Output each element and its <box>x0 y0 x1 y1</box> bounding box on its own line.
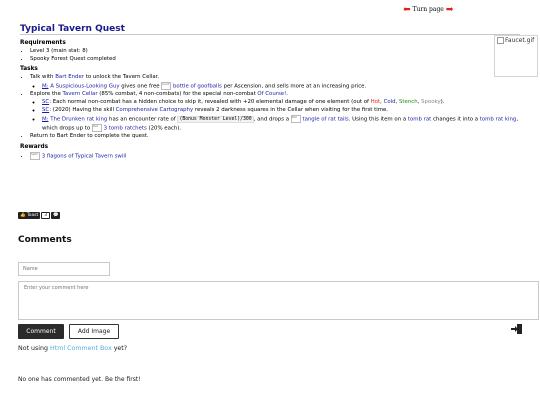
comment-textarea[interactable] <box>18 281 539 320</box>
toast-count: 3 <box>41 212 50 219</box>
hot-element: Hot <box>370 99 381 106</box>
requirements-list: Level 3 (main stat: 8) Spooky Forest Que… <box>20 48 535 64</box>
html-comment-box-link[interactable]: Html Comment Box <box>50 345 112 352</box>
not-using-pre: Not using <box>18 345 51 352</box>
list-item: Explore the Tavern Cellar (85% combat, 4… <box>30 91 535 133</box>
list-item: Talk with Bart Ender to unlock the Taver… <box>30 74 535 91</box>
goofballs-image: Goof <box>161 81 172 90</box>
image-alt: Rat <box>291 114 297 119</box>
of-course-link[interactable]: Of Course! <box>257 91 286 97</box>
tasks-list: Talk with Bart Ender to unlock the Taver… <box>20 74 535 141</box>
task-text: gives one free <box>119 83 162 90</box>
rewards-list: Swill 3 flagons of Typical Tavern swill <box>20 151 535 161</box>
swill-image: Swill <box>30 151 40 160</box>
task-text: (20% each). <box>146 125 182 132</box>
image-alt: Swill <box>31 151 38 156</box>
task-text: (85% combat, 4 non-combats) for the spec… <box>97 91 258 98</box>
list-item: Level 3 (main stat: 8) <box>30 48 535 56</box>
requirements-heading: Requirements <box>20 40 66 46</box>
title-divider <box>20 34 520 35</box>
task-text: . Using this item on a <box>348 116 408 123</box>
task-text: : (2020) Having the skill <box>49 106 116 113</box>
tomb-rat-link[interactable]: tomb rat <box>408 116 431 122</box>
task-text: . <box>286 91 288 98</box>
swill-link[interactable]: 3 flagons of Typical Tavern swill <box>42 153 127 159</box>
add-image-button[interactable]: Add Image <box>69 324 119 339</box>
goofballs-link[interactable]: bottle of goofballs <box>173 83 222 89</box>
list-item: SC: Each normal non-combat has a hidden … <box>42 99 535 107</box>
task-text: : Each normal non-combat has a hidden ch… <box>49 99 371 106</box>
turn-page[interactable]: ⬅ Turn page ➡ <box>403 5 454 14</box>
not-using-post: yet? <box>111 345 128 352</box>
suspicious-guy-link[interactable]: A Suspicious-Looking Guy <box>50 83 119 89</box>
tasks-heading: Tasks <box>20 66 38 73</box>
image-alt: Rat <box>92 123 98 128</box>
toast-button[interactable]: 👍 Toast <box>18 212 41 219</box>
task-text: per Ascension, and sells more at an incr… <box>221 83 367 90</box>
stench-element: Stench <box>399 99 418 106</box>
right-arrow-icon[interactable]: ➡ <box>446 5 454 14</box>
list-item: Spooky Forest Quest completed <box>30 56 535 64</box>
thumbs-up-icon: 👍 <box>20 213 26 218</box>
rat-tails-image: Rat <box>290 114 301 123</box>
m-tag-link[interactable]: M: <box>42 116 48 122</box>
task-text: has an encounter rate of <box>107 116 178 123</box>
formula-code: (Bonus Monster Level)/300 <box>177 116 254 124</box>
list-item: M: A Suspicious-Looking Guy gives one fr… <box>42 81 535 91</box>
no-comments-text: No one has commented yet. Be the first! <box>18 376 141 383</box>
cartography-link[interactable]: Comprehensive Cartography <box>116 107 194 113</box>
task-text: ). <box>440 99 445 106</box>
ratchets-image: Rat <box>91 123 102 132</box>
task-text: reveals 2 darkness squares in the Cellar… <box>193 106 389 113</box>
task-text: , and drops a <box>253 116 291 123</box>
left-arrow-icon[interactable]: ⬅ <box>403 5 411 14</box>
list-item: Return to Bart Ender to complete the que… <box>30 133 535 141</box>
task-text: to unlock the Tavern Cellar. <box>84 74 160 81</box>
turn-page-label: Turn page <box>412 6 444 13</box>
task-text: Talk with <box>30 74 56 81</box>
exit-icon[interactable] <box>510 322 524 336</box>
image-alt: Goof <box>162 81 170 86</box>
tomb-rat-king-link[interactable]: tomb rat king <box>480 116 517 122</box>
list-item: Swill 3 flagons of Typical Tavern swill <box>30 151 535 161</box>
rat-tails-link[interactable]: tangle of rat tails <box>302 116 348 122</box>
drunken-rat-king-link[interactable]: The Drunken rat king <box>50 116 107 122</box>
comment-bubble-icon[interactable]: 💬 <box>51 212 61 219</box>
list-item: SC: (2020) Having the skill Comprehensiv… <box>42 107 535 115</box>
tavern-cellar-link[interactable]: Tavern Cellar <box>63 91 98 97</box>
toast-label: Toast <box>26 213 39 218</box>
task-text: Explore the <box>30 91 63 98</box>
list-item: M: The Drunken rat king has an encounter… <box>42 114 535 134</box>
comment-button[interactable]: Comment <box>18 324 64 339</box>
quest-content: Requirements Level 3 (main stat: 8) Spoo… <box>20 38 535 161</box>
name-input[interactable] <box>18 262 110 276</box>
toast-widget[interactable]: 👍 Toast 3 💬 <box>18 212 61 219</box>
rewards-heading: Rewards <box>20 144 49 151</box>
spooky-element: Spooky <box>421 99 441 106</box>
m-tag-link[interactable]: M: <box>42 83 48 89</box>
comments-heading: Comments <box>18 235 72 245</box>
tomb-ratchets-link[interactable]: 3 tomb ratchets <box>104 125 147 131</box>
bart-ender-link[interactable]: Bart Ender <box>55 74 84 80</box>
cold-element: Cold <box>383 99 396 106</box>
task-text: changes it into a <box>431 116 480 123</box>
page-title: Typical Tavern Quest <box>20 24 125 34</box>
not-using-text: Not using Html Comment Box yet? <box>18 345 127 352</box>
